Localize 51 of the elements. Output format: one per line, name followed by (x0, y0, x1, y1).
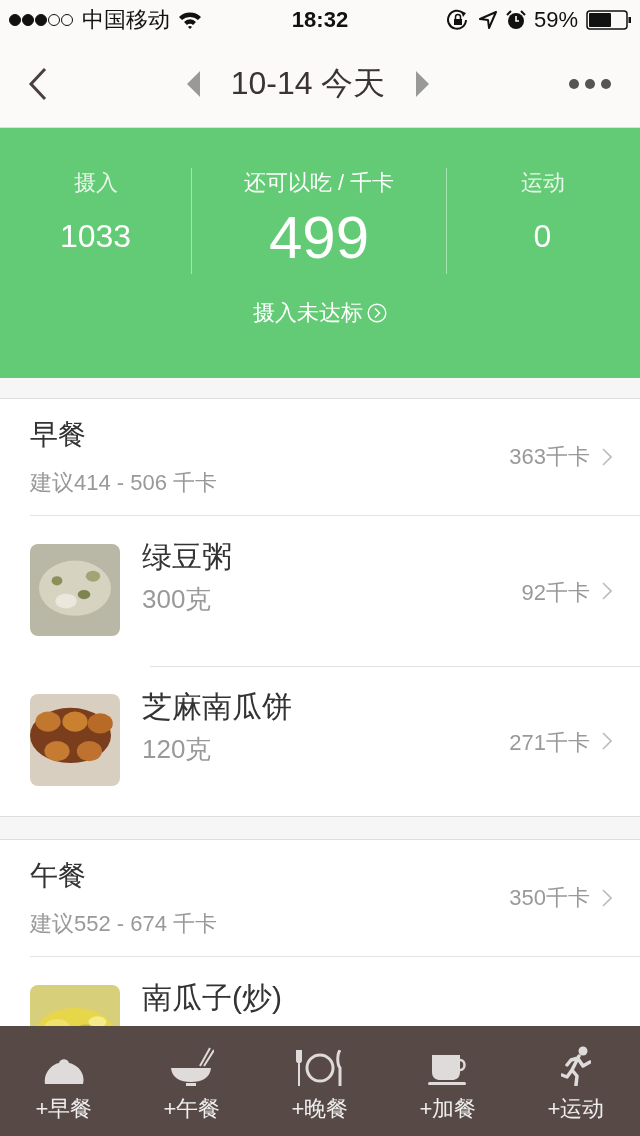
chevron-circle-icon (367, 303, 387, 323)
exercise-value: 0 (533, 218, 552, 255)
clock-time: 18:32 (291, 7, 349, 33)
runner-icon (561, 1046, 591, 1086)
remaining-value: 499 (268, 203, 370, 273)
back-icon[interactable] (28, 66, 48, 101)
meal-suggestion: 建议414 - 506 千卡 (30, 469, 219, 497)
meal-name: 午餐 (30, 859, 87, 893)
add-button[interactable]: +晚餐 (256, 1026, 384, 1136)
food-amount: 120克 (142, 733, 213, 766)
more-icon[interactable] (568, 77, 612, 90)
exercise-label: 运动 (520, 169, 565, 197)
chevron-right-icon (602, 889, 612, 907)
next-day-icon[interactable] (415, 70, 430, 97)
battery-icon (586, 10, 632, 30)
intake-value: 1033 (59, 218, 132, 255)
food-row[interactable]: 绿豆粥 300克 92千卡 (0, 516, 640, 666)
alarm-icon (505, 10, 526, 30)
food-calories: 92千卡 (521, 579, 590, 607)
food-calories: 271千卡 (509, 729, 590, 757)
chevron-right-icon (602, 448, 612, 466)
food-name: 芝麻南瓜饼 (142, 690, 293, 724)
meal-suggestion: 建议552 - 674 千卡 (30, 910, 219, 938)
wifi-icon (178, 11, 202, 29)
chevron-right-icon (602, 732, 612, 750)
meal-calories: 350千卡 (509, 884, 590, 912)
previous-day-icon[interactable] (186, 70, 201, 97)
add-button[interactable]: +运动 (512, 1026, 640, 1136)
food-name: 南瓜子(炒) (142, 981, 283, 1015)
add-button[interactable]: +早餐 (0, 1026, 128, 1136)
coffee-cup-icon (428, 1054, 468, 1086)
rotation-lock-icon (445, 9, 470, 31)
add-button[interactable]: +午餐 (128, 1026, 256, 1136)
meal-name: 早餐 (30, 418, 87, 452)
chevron-right-icon (602, 582, 612, 600)
date-title: 10-14 今天 (230, 63, 386, 103)
location-icon (477, 10, 498, 30)
meal-header-row[interactable]: 午餐 建议552 - 674 千卡 350千卡 (30, 840, 640, 957)
meal-calories: 363千卡 (509, 443, 590, 471)
food-amount: 300克 (142, 583, 213, 616)
bowl-icon (170, 1046, 214, 1086)
add-button[interactable]: +加餐 (384, 1026, 512, 1136)
signal-icon (8, 13, 74, 27)
plate-cutlery-icon (296, 1050, 344, 1086)
food-name: 绿豆粥 (142, 540, 233, 574)
meal-header-row[interactable]: 早餐 建议414 - 506 千卡 363千卡 (30, 399, 640, 516)
food-row[interactable]: 芝麻南瓜饼 120克 271千卡 (0, 666, 640, 816)
carrier-name: 中国移动 (82, 6, 170, 34)
battery-percent: 59% (533, 7, 578, 33)
remaining-label: 还可以吃 / 千卡 (243, 169, 395, 197)
intake-label: 摄入 (73, 169, 118, 197)
